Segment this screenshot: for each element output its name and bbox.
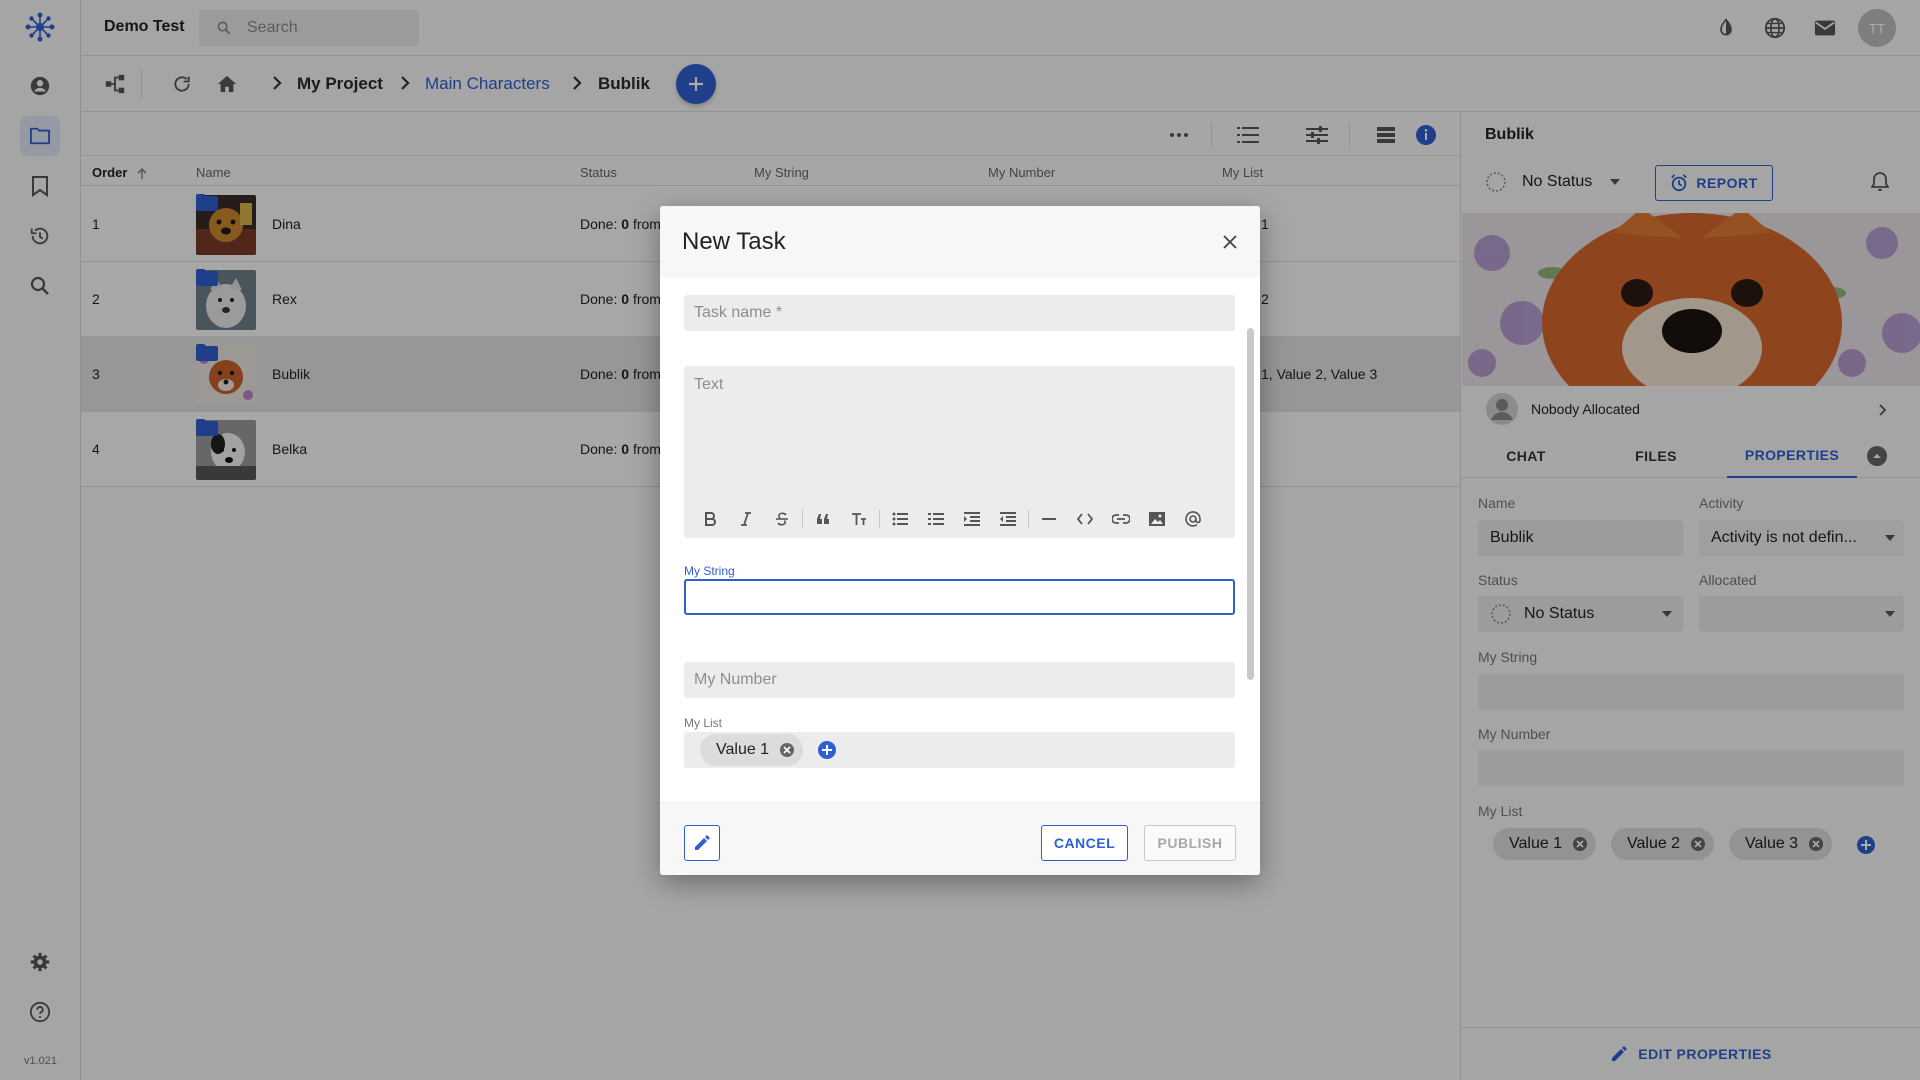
text-editor xyxy=(684,366,1235,538)
indent-icon[interactable] xyxy=(954,504,990,534)
chip-label: Value 1 xyxy=(716,741,770,758)
bold-icon[interactable] xyxy=(692,504,728,534)
dialog-header: New Task xyxy=(660,206,1260,278)
new-task-dialog: New Task Task name * Text My String My N… xyxy=(660,206,1260,875)
my-string-label: My String xyxy=(684,564,735,578)
remove-chip-icon[interactable] xyxy=(779,742,795,758)
list-chip: Value 1 xyxy=(700,734,804,766)
toolbar-divider xyxy=(802,510,803,528)
italic-icon[interactable] xyxy=(728,504,764,534)
my-number-input[interactable] xyxy=(684,662,1235,698)
close-button[interactable] xyxy=(1214,226,1246,258)
dialog-footer: CANCEL PUBLISH xyxy=(660,802,1260,875)
pencil-icon xyxy=(695,835,710,850)
text-area[interactable] xyxy=(684,366,1235,496)
dialog-title: New Task xyxy=(682,228,786,255)
task-name-input[interactable] xyxy=(684,295,1235,331)
mention-at-icon[interactable] xyxy=(1175,504,1211,534)
strikethrough-icon[interactable] xyxy=(764,504,800,534)
image-icon[interactable] xyxy=(1139,504,1175,534)
code-icon[interactable] xyxy=(1067,504,1103,534)
link-icon[interactable] xyxy=(1103,504,1139,534)
my-list-field[interactable]: Value 1 xyxy=(684,732,1235,768)
numbered-list-icon[interactable] xyxy=(918,504,954,534)
rich-text-toolbar xyxy=(684,502,1235,536)
dialog-scrollbar[interactable] xyxy=(1247,328,1254,680)
outdent-icon[interactable] xyxy=(990,504,1026,534)
add-list-value-icon[interactable] xyxy=(818,741,836,759)
dialog-body: My String My List Value 1 xyxy=(660,278,1260,802)
toolbar-divider xyxy=(1028,510,1029,528)
cancel-button[interactable]: CANCEL xyxy=(1041,825,1128,861)
my-string-input[interactable] xyxy=(684,579,1235,615)
my-list-label: My List xyxy=(684,716,723,730)
publish-button[interactable]: PUBLISH xyxy=(1144,825,1236,861)
toolbar-divider xyxy=(879,510,880,528)
bullet-list-icon[interactable] xyxy=(882,504,918,534)
close-icon xyxy=(1223,235,1237,249)
heading-icon[interactable] xyxy=(841,504,877,534)
horizontal-rule-icon[interactable] xyxy=(1031,504,1067,534)
quote-icon[interactable] xyxy=(805,504,841,534)
edit-mode-button[interactable] xyxy=(684,825,720,861)
